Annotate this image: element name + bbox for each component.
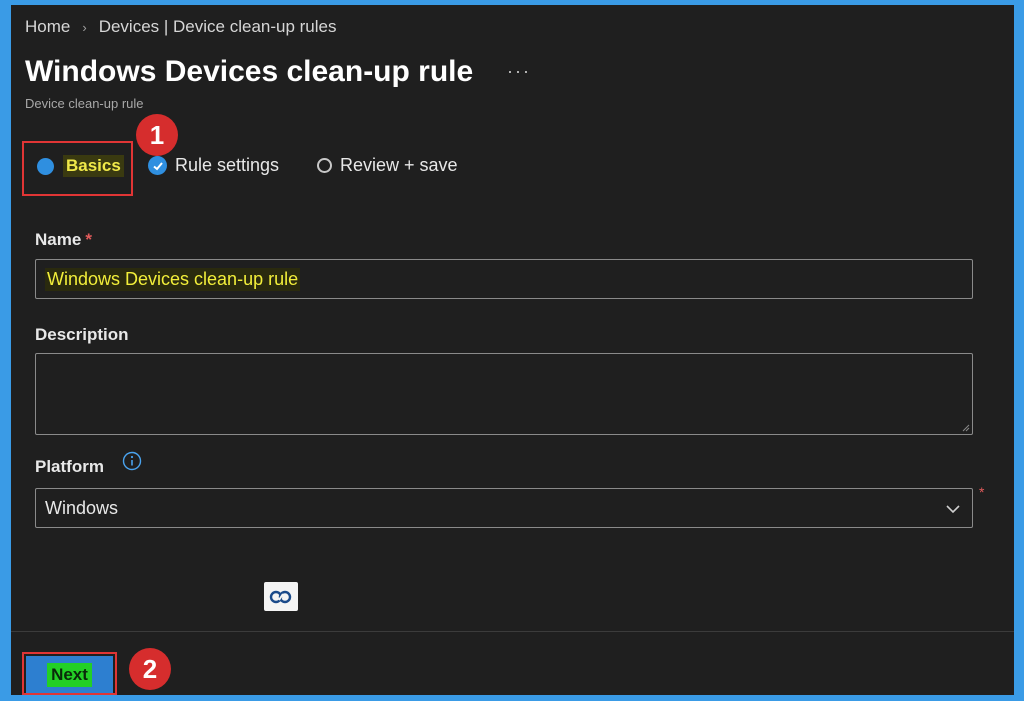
step-rule-settings-label: Rule settings	[175, 155, 280, 175]
platform-select[interactable]: Windows	[35, 488, 973, 528]
next-button[interactable]: Next	[26, 656, 113, 693]
platform-field-label: Platform	[35, 457, 104, 476]
name-field-label: Name *	[35, 230, 92, 250]
breadcrumb-home[interactable]: Home	[25, 17, 70, 37]
step-basics[interactable]: Basics	[37, 155, 124, 177]
step-current-indicator-icon	[37, 157, 54, 175]
more-options-button[interactable]: ···	[507, 61, 531, 82]
info-icon[interactable]	[122, 451, 142, 471]
annotation-badge-1: 1	[136, 114, 178, 156]
step-rule-settings[interactable]: Rule settings	[148, 155, 279, 176]
breadcrumb: Home › Devices | Device clean-up rules	[25, 17, 337, 37]
name-input-value: Windows Devices clean-up rule	[45, 267, 301, 291]
breadcrumb-separator: ›	[82, 19, 87, 35]
step-basics-label: Basics	[63, 155, 124, 177]
site-logo-icon	[264, 582, 298, 611]
description-field-label: Description	[35, 325, 129, 344]
page-subtitle: Device clean-up rule	[25, 96, 144, 111]
platform-select-value: Windows	[45, 497, 119, 518]
required-marker: *	[85, 230, 92, 249]
name-label-text: Name	[35, 230, 82, 249]
annotation-badge-2: 2	[129, 648, 171, 690]
breadcrumb-current[interactable]: Devices | Device clean-up rules	[99, 17, 337, 37]
description-textarea[interactable]	[35, 353, 973, 435]
annotation-highlight-next: Next	[22, 652, 117, 695]
step-pending-indicator-icon	[317, 158, 332, 173]
footer-divider	[11, 631, 1014, 632]
step-review-save-label: Review + save	[340, 155, 458, 175]
step-review-save[interactable]: Review + save	[317, 155, 458, 176]
check-icon	[148, 156, 167, 175]
page-frame: Home › Devices | Device clean-up rules W…	[11, 5, 1014, 695]
name-input[interactable]: Windows Devices clean-up rule	[35, 259, 973, 299]
page-title: Windows Devices clean-up rule	[25, 55, 474, 88]
resize-handle-icon[interactable]	[960, 422, 970, 432]
next-button-label: Next	[47, 662, 92, 687]
platform-required-marker: *	[979, 484, 985, 500]
chevron-down-icon	[946, 505, 960, 514]
